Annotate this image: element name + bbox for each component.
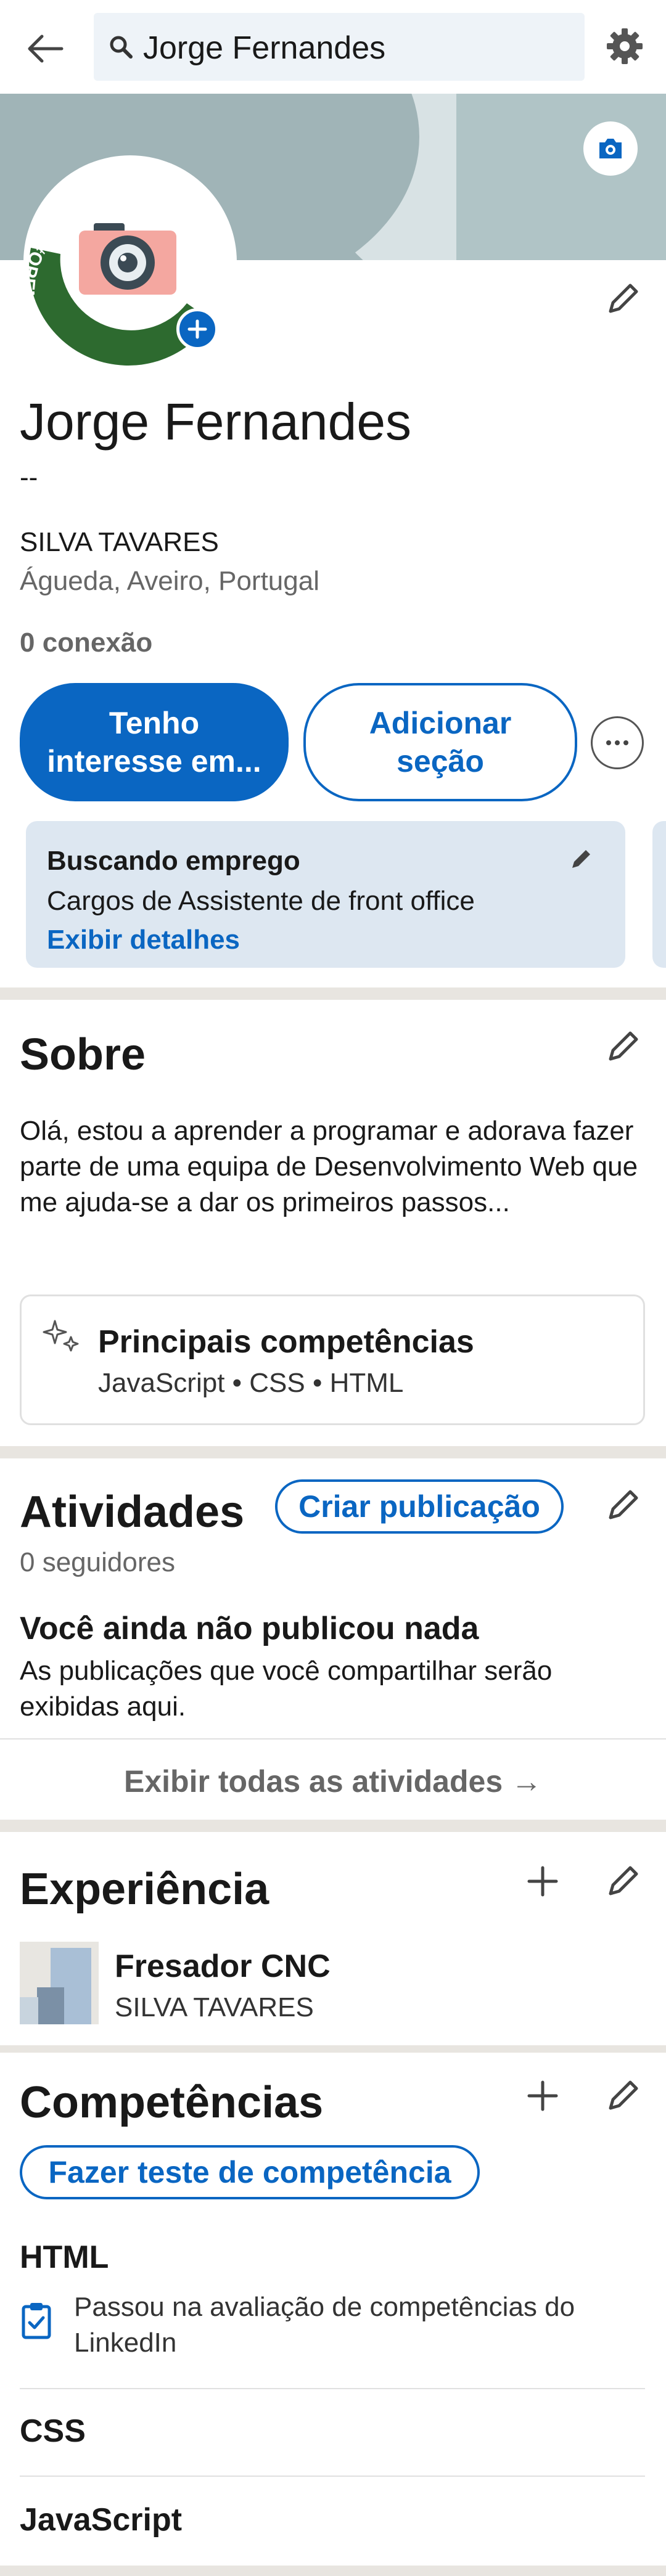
skill-name: JavaScript	[20, 2502, 183, 2538]
profile-location: Águeda, Aveiro, Portugal	[20, 566, 319, 596]
experience-company: SILVA TAVARES	[115, 1992, 314, 2022]
profile-connections[interactable]: 0 conexão	[20, 628, 152, 658]
edit-skills-pencil-icon[interactable]	[604, 2077, 641, 2114]
show-all-activity-label: Exibir todas as atividades →	[123, 1764, 543, 1799]
skill-assessment-button[interactable]: Fazer teste de competência	[20, 2145, 480, 2199]
job-card-roles: Cargos de Assistente de front office	[47, 886, 475, 916]
profile-name: Jorge Fernandes	[20, 393, 412, 451]
about-title: Sobre	[20, 1030, 146, 1079]
section-divider	[0, 2045, 666, 2053]
add-photo-button[interactable]	[176, 308, 218, 350]
settings-gear-icon[interactable]	[604, 26, 645, 67]
about-text: Olá, estou a aprender a programar e ador…	[20, 1116, 638, 1217]
add-skill-plus-icon[interactable]	[524, 2077, 561, 2114]
open-to-button[interactable]: Tenho interesse em...	[20, 683, 289, 801]
search-input-value: Jorge Fernandes	[143, 30, 386, 66]
skills-title: Competências	[20, 2078, 324, 2127]
verified-clipboard-icon	[21, 2302, 52, 2340]
add-section-button-label: Adicionar seção	[369, 706, 512, 779]
banner-camera-button[interactable]	[583, 121, 638, 176]
profile-headline: --	[20, 462, 38, 493]
experience-title: Experiência	[20, 1865, 269, 1914]
skill-assessment-label: Fazer teste de competência	[48, 2155, 451, 2190]
create-post-label: Criar publicação	[298, 1489, 540, 1524]
add-section-button[interactable]: Adicionar seção	[303, 683, 577, 801]
profile-company: SILVA TAVARES	[20, 527, 219, 557]
skill-badge-text: Passou na avaliação de competências do L…	[74, 2292, 575, 2358]
back-arrow-icon[interactable]	[23, 27, 67, 70]
edit-experience-pencil-icon[interactable]	[604, 1863, 641, 1900]
top-skills-title: Principais competências	[98, 1324, 474, 1360]
more-button[interactable]	[591, 716, 644, 769]
divider-line	[20, 2476, 645, 2477]
skill-item[interactable]: CSS	[20, 2392, 645, 2472]
create-post-button[interactable]: Criar publicação	[275, 1479, 564, 1534]
camera-icon	[597, 136, 624, 161]
section-divider	[0, 1820, 666, 1832]
edit-pencil-icon[interactable]	[567, 846, 594, 873]
open-to-button-label: Tenho interesse em...	[47, 706, 261, 779]
experience-item[interactable]: Fresador CNC SILVA TAVARES	[20, 1942, 643, 2028]
more-icon	[605, 740, 630, 746]
skill-name: CSS	[20, 2413, 86, 2449]
top-skills-card[interactable]: Principais competências JavaScript • CSS…	[20, 1294, 645, 1425]
company-logo	[20, 1942, 99, 2024]
top-bar: Jorge Fernandes	[0, 0, 666, 94]
activity-empty-title: Você ainda não publicou nada	[20, 1611, 479, 1646]
search-icon	[107, 33, 134, 60]
sparkle-icon	[41, 1317, 81, 1357]
divider-line	[0, 1738, 666, 1740]
add-experience-plus-icon[interactable]	[524, 1863, 561, 1900]
open-to-work-card[interactable]: Buscando emprego Cargos de Assistente de…	[26, 821, 625, 968]
skill-item[interactable]: JavaScript	[20, 2479, 645, 2559]
edit-activity-pencil-icon[interactable]	[604, 1487, 641, 1524]
divider-line	[20, 2388, 645, 2389]
banner-shape	[456, 94, 666, 260]
job-card-details-link[interactable]: Exibir detalhes	[47, 925, 240, 955]
top-skills-list: JavaScript • CSS • HTML	[98, 1368, 404, 1398]
edit-about-pencil-icon[interactable]	[604, 1028, 641, 1065]
section-divider	[0, 1446, 666, 1458]
followers-count[interactable]: 0 seguidores	[20, 1547, 175, 1578]
edit-intro-pencil-icon[interactable]	[604, 280, 641, 317]
section-divider	[0, 987, 666, 1000]
camera-icon	[75, 218, 180, 298]
experience-role: Fresador CNC	[115, 1948, 331, 1984]
show-all-activity-link[interactable]: Exibir todas as atividades →	[0, 1744, 666, 1818]
activity-title: Atividades	[20, 1487, 245, 1537]
next-card-edge	[652, 821, 666, 968]
activity-empty-text: As publicações que você compartilhar ser…	[20, 1656, 553, 1722]
job-card-title: Buscando emprego	[47, 846, 300, 876]
skill-name: HTML	[20, 2239, 109, 2275]
plus-icon	[187, 319, 208, 340]
skill-item[interactable]: HTML Passou na avaliação de competências…	[20, 2225, 645, 2386]
search-input[interactable]: Jorge Fernandes	[94, 13, 585, 81]
section-divider	[0, 2566, 666, 2576]
